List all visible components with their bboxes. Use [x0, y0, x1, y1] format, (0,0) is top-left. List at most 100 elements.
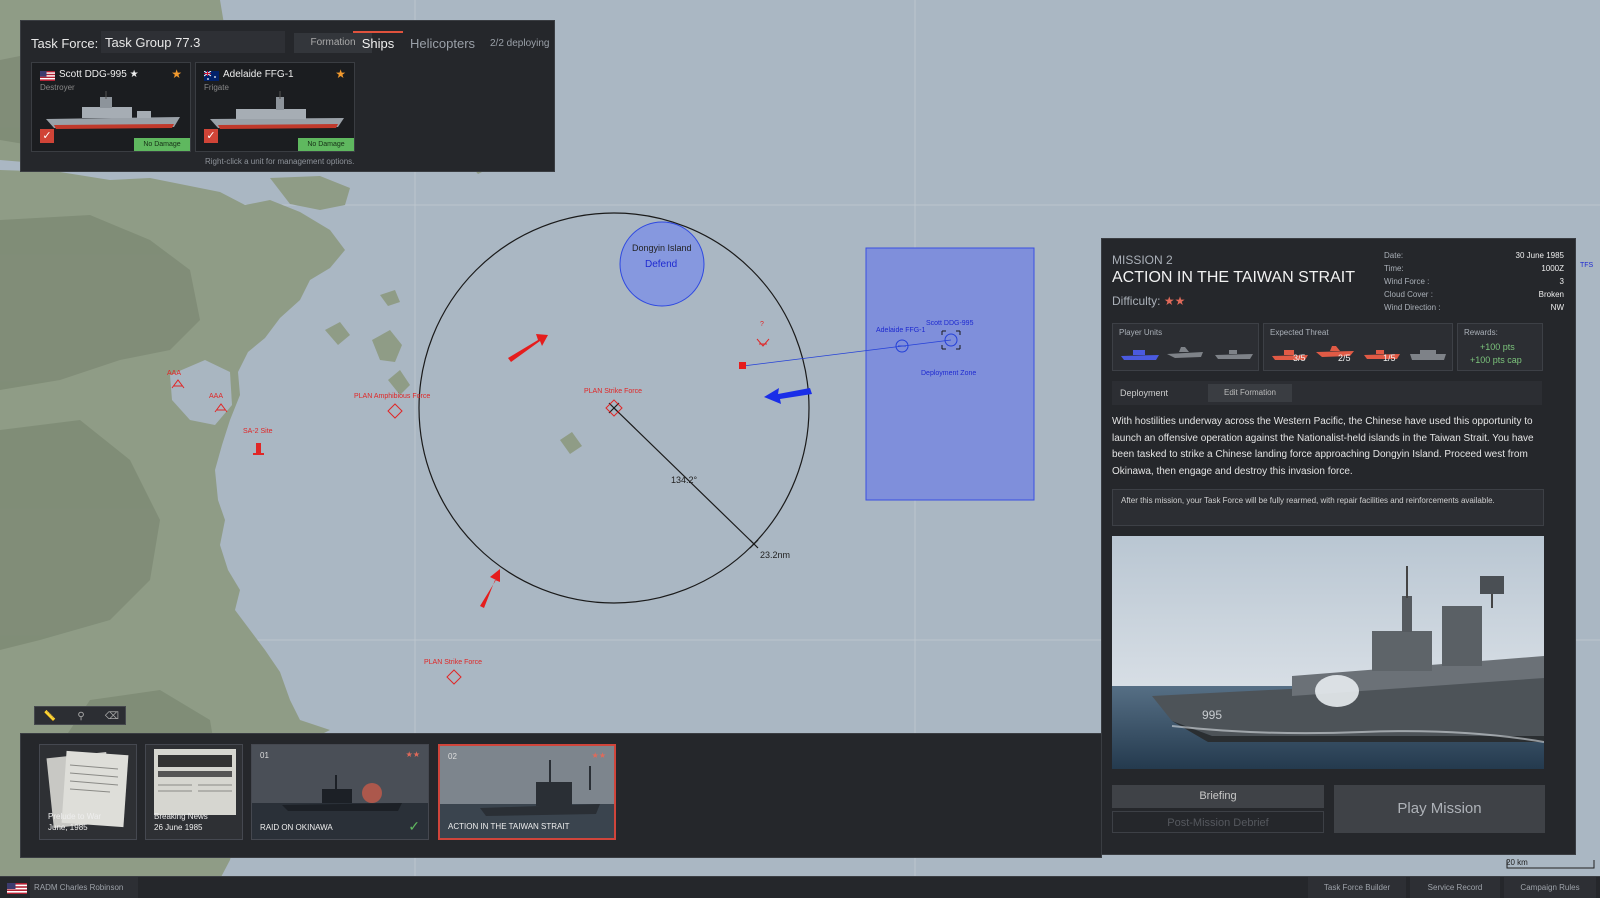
amphibious-force-label[interactable]: PLAN Amphibious Force — [354, 393, 430, 400]
adelaide-label[interactable]: Adelaide FFG-1 — [876, 327, 925, 334]
campaign-card-stars: ★★ — [591, 751, 606, 760]
damage-status: No Damage — [134, 138, 190, 151]
task-force-builder-button[interactable]: Task Force Builder — [1308, 877, 1406, 898]
time-label: Time: — [1384, 264, 1404, 273]
date-value: 30 June 1985 — [1515, 251, 1565, 260]
strike-force-label[interactable]: PLAN Strike Force — [584, 388, 642, 395]
threat-count-ships: 3/5 — [1293, 353, 1306, 363]
player-unit-silhouettes — [1121, 347, 1253, 360]
service-record-button[interactable]: Service Record — [1410, 877, 1500, 898]
task-force-label: Task Force: — [31, 36, 99, 51]
rearm-note: After this mission, your Task Force will… — [1112, 489, 1544, 526]
campaign-card-date: June, 1985 — [48, 823, 88, 832]
satellite-icon[interactable]: ⚲ — [66, 707, 96, 726]
deployment-zone-label: Deployment Zone — [921, 370, 977, 377]
damage-status: No Damage — [298, 138, 354, 151]
campaign-card-date: 26 June 1985 — [154, 823, 203, 832]
ship-card-adelaide[interactable]: Adelaide FFG-1 Frigate ★ ✓ No Damage — [195, 62, 355, 152]
sa2-site-label[interactable]: SA-2 Site — [243, 428, 273, 435]
campaign-strip: Prelude to War June, 1985 Breaking News 26… — [20, 733, 1102, 858]
campaign-card-title: RAID ON OKINAWA — [260, 823, 333, 832]
objective-task: Defend — [645, 259, 678, 270]
mission-conditions: Date: 30 June 1985 Time: 1000Z Wind Force … — [1384, 251, 1564, 316]
waypoint-marker — [739, 362, 746, 369]
player-units-label: Player Units — [1119, 328, 1163, 337]
tab-ships[interactable]: Ships — [353, 31, 403, 51]
aaa-label-2[interactable]: AAA — [209, 393, 223, 400]
tab-helicopters[interactable]: Helicopters — [410, 36, 475, 51]
campaign-card-number: 02 — [448, 752, 457, 761]
star-icon: ★ — [171, 67, 182, 81]
ship-name: Scott DDG-995 ★ — [59, 69, 139, 80]
campaign-card-stars: ★★ — [405, 750, 420, 759]
range-label: 23.2nm — [760, 550, 791, 560]
us-flag-icon — [7, 883, 27, 894]
rewards-box: Rewards: +100 pts +100 pts cap — [1457, 323, 1543, 371]
deploy-checkbox[interactable]: ✓ — [40, 129, 54, 143]
time-value: 1000Z — [1541, 264, 1564, 273]
debrief-button[interactable]: Post-Mission Debrief — [1112, 811, 1324, 833]
deploying-count: 2/2 deploying — [490, 38, 550, 49]
mission-panel: MISSION 2 ACTION IN THE TAIWAN STRAIT Di… — [1101, 238, 1576, 855]
deploy-checkbox[interactable]: ✓ — [204, 129, 218, 143]
campaign-rules-button[interactable]: Campaign Rules — [1504, 877, 1596, 898]
aaa-label[interactable]: AAA — [167, 370, 181, 377]
campaign-card-title: ACTION IN THE TAIWAN STRAIT — [448, 822, 570, 831]
mission-number: MISSION 2 — [1112, 253, 1173, 267]
expected-threat-label: Expected Threat — [1270, 328, 1329, 337]
campaign-card-news[interactable]: Breaking News 26 June 1985 — [145, 744, 243, 840]
eraser-icon[interactable]: ⌫ — [97, 707, 127, 726]
deployment-bar: Deployment Edit Formation — [1112, 381, 1542, 405]
scott-label[interactable]: Scott DDG-995 — [926, 320, 973, 327]
reward-points: +100 pts — [1480, 342, 1515, 352]
briefing-text: With hostilities underway across the Wes… — [1112, 416, 1534, 477]
frigate-image — [210, 91, 344, 129]
us-flag-icon — [40, 71, 55, 81]
strike-force-south-label[interactable]: PLAN Strike Force — [424, 659, 482, 666]
campaign-card-mission-1[interactable]: 01 ★★ RAID ON OKINAWA ✓ — [251, 744, 429, 840]
wind-direction-value: NW — [1550, 303, 1564, 312]
cloud-cover-label: Cloud Cover : — [1384, 290, 1433, 299]
task-force-name-field[interactable]: Task Group 77.3 — [101, 31, 285, 53]
player-units-box: Player Units — [1112, 323, 1259, 371]
ship-name: Adelaide FFG-1 — [223, 69, 294, 80]
scale-bar — [1506, 860, 1595, 869]
mission-title: ACTION IN THE TAIWAN STRAIT — [1112, 269, 1355, 286]
rewards-label: Rewards: — [1464, 328, 1498, 337]
campaign-card-mission-2[interactable]: 02 ★★ ACTION IN THE TAIWAN STRAIT — [438, 744, 616, 840]
task-force-panel: Task Force: Task Group 77.3 Formation Sh… — [20, 20, 555, 172]
campaign-card-number: 01 — [260, 751, 269, 760]
campaign-card-title: Prelude to War — [48, 812, 102, 821]
play-mission-button[interactable]: Play Mission — [1334, 785, 1545, 833]
campaign-card-prelude[interactable]: Prelude to War June, 1985 — [39, 744, 137, 840]
offscreen-label: TFS — [1580, 262, 1594, 269]
difficulty-label: Difficulty: — [1112, 294, 1161, 308]
svg-text:995: 995 — [1202, 708, 1222, 722]
difficulty-stars: ★★ — [1163, 294, 1186, 308]
threat-count-subs: 1/5 — [1383, 353, 1396, 363]
wind-direction-label: Wind Direction : — [1384, 303, 1441, 312]
cloud-cover-value: Broken — [1538, 290, 1564, 299]
deployment-tab[interactable]: Deployment — [1120, 388, 1168, 398]
management-hint: Right-click a unit for management option… — [205, 157, 355, 166]
star-icon: ★ — [335, 67, 346, 81]
mission-image: 995 — [1112, 536, 1544, 769]
wind-force-label: Wind Force : — [1384, 277, 1430, 286]
mission-difficulty: Difficulty: ★★ — [1112, 294, 1185, 308]
au-flag-icon — [204, 71, 219, 81]
threat-count-aircraft: 2/5 — [1338, 353, 1351, 363]
ship-card-scott[interactable]: Scott DDG-995 ★ Destroyer ★ ✓ No Damage — [31, 62, 191, 152]
bearing-label: 134.2° — [671, 475, 698, 485]
date-label: Date: — [1384, 251, 1404, 260]
status-bar: RADM Charles Robinson Task Force Builder… — [0, 876, 1600, 898]
reward-cap: +100 pts cap — [1470, 355, 1522, 365]
admiral-name[interactable]: RADM Charles Robinson — [30, 877, 138, 898]
unknown-contact-label[interactable]: ? — [760, 321, 764, 328]
map-tools: 📏 ⚲ ⌫ — [34, 706, 126, 725]
objective-name: Dongyin Island — [632, 243, 692, 253]
completed-check-icon: ✓ — [408, 818, 420, 834]
edit-formation-button[interactable]: Edit Formation — [1208, 384, 1292, 402]
briefing-button[interactable]: Briefing — [1112, 785, 1324, 808]
destroyer-image — [46, 91, 180, 129]
ruler-icon[interactable]: 📏 — [35, 707, 65, 726]
